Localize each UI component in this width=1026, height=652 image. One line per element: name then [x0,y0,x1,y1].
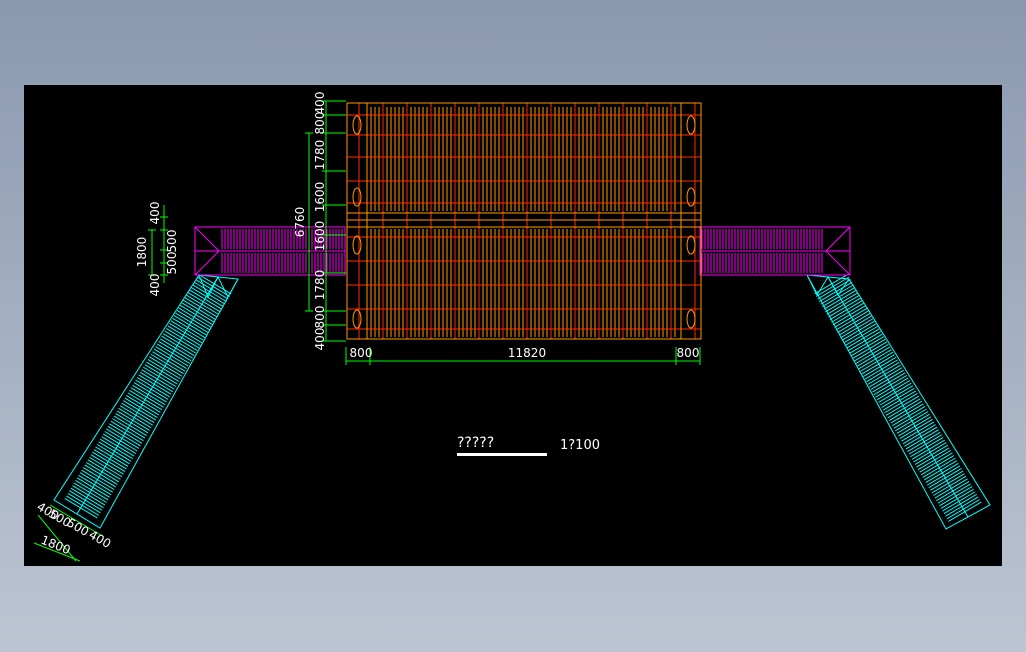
drawing-viewport[interactable]: 6760 400 800 1780 1600 1600 1780 800 400… [24,85,1002,566]
cad-drawing: 6760 400 800 1780 1600 1600 1780 800 400… [33,92,991,562]
ramp-total-label: 1800 [39,533,73,557]
corridor-part-4: 400 [148,274,162,297]
corridor-part-2: 500 [165,230,179,253]
vseg-label-3: 1780 [313,140,327,171]
ramp-part-3: 500 [65,515,92,539]
drawing-title: ????? [457,435,494,451]
drawing-scale: 1?100 [560,438,600,453]
bottom-left-label: 800 [350,346,373,360]
vseg-label-6: 1780 [313,270,327,301]
bottom-right-label: 800 [677,346,700,360]
overall-height-label: 6760 [293,207,307,238]
right-ramp [806,274,991,530]
vseg-label-4: 1600 [313,182,327,213]
right-corridor [699,226,851,276]
title-block: ????? 1?100 [457,435,600,456]
vseg-label-8: 400 [313,328,327,351]
bottom-middle-label: 11820 [508,346,546,360]
corridor-total-label: 1800 [135,237,149,268]
ramp-part-4: 400 [87,527,114,551]
vseg-label-2: 800 [313,112,327,135]
vseg-label-5: 1600 [313,221,327,252]
title-underline [457,453,547,456]
main-roof [346,102,702,340]
corridor-part-1: 400 [148,202,162,225]
corridor-part-3: 500 [165,252,179,275]
vseg-label-7: 800 [313,306,327,329]
vseg-label-1: 400 [313,92,327,115]
left-ramp [53,273,239,529]
